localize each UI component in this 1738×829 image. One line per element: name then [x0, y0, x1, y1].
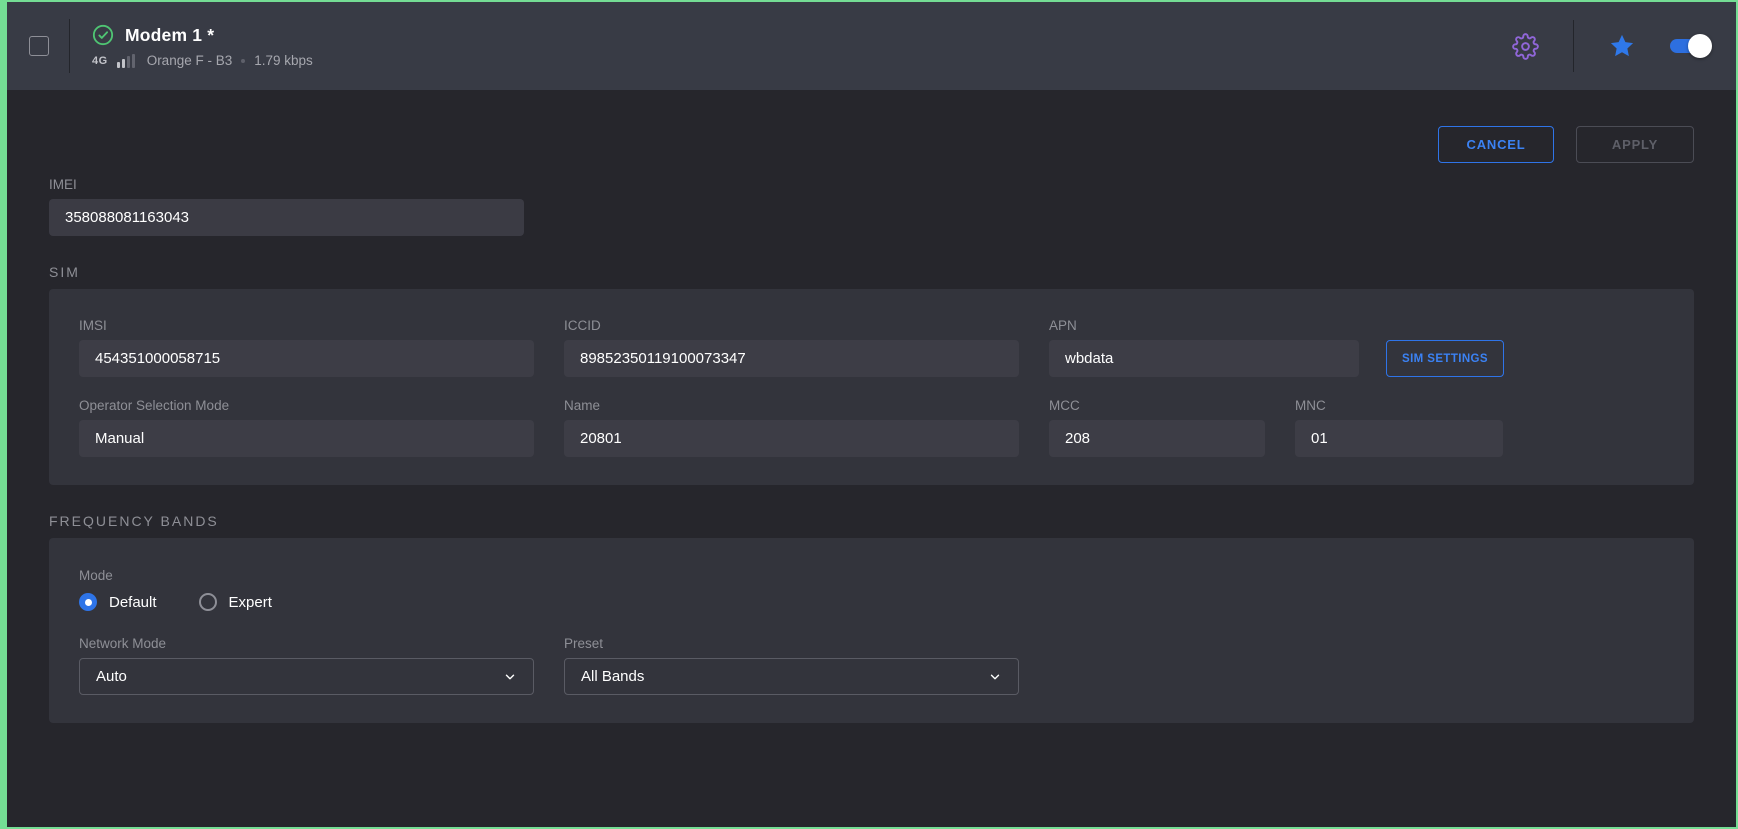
name-field-block: Name [564, 398, 1019, 457]
operator-label: Orange F - B3 [147, 53, 233, 68]
frequency-bands-section-label: FREQUENCY BANDS [49, 513, 1694, 529]
apn-field-block: APN [1049, 318, 1359, 377]
mode-radio-expert[interactable]: Expert [199, 593, 272, 611]
mcc-field-block: MCC [1049, 398, 1265, 457]
imsi-input[interactable] [79, 340, 534, 377]
imsi-field-block: IMSI [79, 318, 534, 377]
mode-label: Mode [79, 568, 1664, 583]
sim-settings-button[interactable]: SIM SETTINGS [1386, 340, 1504, 377]
form-actions: CANCEL APPLY [49, 126, 1694, 163]
header-divider [69, 19, 70, 73]
iccid-input[interactable] [564, 340, 1019, 377]
network-mode-block: Network Mode Auto [79, 636, 534, 695]
frequency-bands-card: Mode Default Expert Network Mode Auto [49, 538, 1694, 723]
mnc-field-block: MNC [1295, 398, 1503, 457]
check-circle-icon [92, 24, 114, 46]
sim-card: IMSI ICCID APN SIM SETTINGS Operator Sel [49, 289, 1694, 485]
radio-selected-icon [79, 593, 97, 611]
favorite-star-icon[interactable] [1608, 32, 1636, 60]
network-mode-label: Network Mode [79, 636, 534, 651]
sim-section-label: SIM [49, 264, 1694, 280]
iccid-label: ICCID [564, 318, 1019, 333]
imei-input[interactable] [49, 199, 524, 236]
mcc-label: MCC [1049, 398, 1265, 413]
mode-radio-expert-label: Expert [229, 594, 272, 611]
header-bar: Modem 1 * 4G Orange F - B3 1.79 kbps [7, 2, 1736, 90]
apn-input[interactable] [1049, 340, 1359, 377]
name-input[interactable] [564, 420, 1019, 457]
main-content: CANCEL APPLY IMEI SIM IMSI ICCID APN [7, 126, 1736, 723]
signal-bars-icon [117, 54, 135, 68]
operator-selection-mode-label: Operator Selection Mode [79, 398, 534, 413]
imsi-label: IMSI [79, 318, 534, 333]
mcc-input[interactable] [1049, 420, 1265, 457]
preset-block: Preset All Bands [564, 636, 1019, 695]
apply-button[interactable]: APPLY [1576, 126, 1694, 163]
imei-label: IMEI [49, 177, 1694, 192]
network-mode-select[interactable]: Auto [79, 658, 534, 695]
cancel-button[interactable]: CANCEL [1438, 126, 1554, 163]
page-title: Modem 1 * [125, 25, 214, 46]
select-modem-checkbox[interactable] [29, 36, 49, 56]
mnc-label: MNC [1295, 398, 1503, 413]
apn-label: APN [1049, 318, 1359, 333]
operator-selection-mode-input[interactable] [79, 420, 534, 457]
mode-radio-default-label: Default [109, 594, 157, 611]
preset-select[interactable]: All Bands [564, 658, 1019, 695]
operator-selection-mode-block: Operator Selection Mode [79, 398, 534, 457]
chevron-down-icon [503, 670, 517, 684]
settings-gear-icon[interactable] [1512, 33, 1539, 60]
mode-radio-default[interactable]: Default [79, 593, 157, 611]
iccid-field-block: ICCID [564, 318, 1019, 377]
modem-panel: Modem 1 * 4G Orange F - B3 1.79 kbps [0, 0, 1738, 829]
dot-separator [241, 59, 245, 63]
mode-radio-group: Default Expert [79, 593, 1664, 611]
name-label: Name [564, 398, 1019, 413]
speed-label: 1.79 kbps [254, 53, 313, 68]
radio-unselected-icon [199, 593, 217, 611]
preset-label: Preset [564, 636, 1019, 651]
network-mode-value: Auto [96, 668, 127, 685]
network-type-label: 4G [92, 55, 108, 67]
modem-title-block: Modem 1 * 4G Orange F - B3 1.79 kbps [92, 24, 313, 68]
mnc-input[interactable] [1295, 420, 1503, 457]
modem-enable-toggle[interactable] [1670, 39, 1706, 53]
header-right-divider [1573, 20, 1574, 72]
chevron-down-icon [988, 670, 1002, 684]
preset-value: All Bands [581, 668, 644, 685]
imei-field-block: IMEI [49, 177, 1694, 236]
toggle-knob [1688, 34, 1712, 58]
band-selects-row: Network Mode Auto Preset All Bands [79, 636, 1664, 695]
